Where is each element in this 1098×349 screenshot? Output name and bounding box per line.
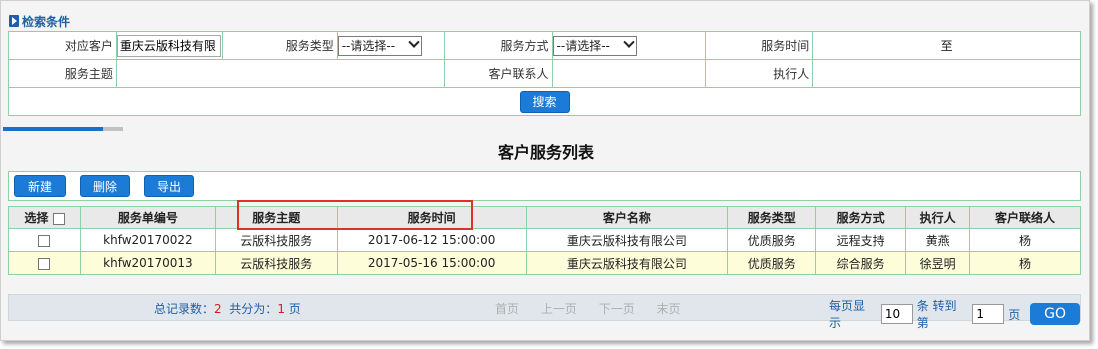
main-frame: 检索条件 对应客户 服务类型 --请选择-- 服务方式 --请选择-- [0, 0, 1090, 341]
column-header-select: 选择 [8, 206, 81, 229]
search-section-title: 检索条件 [22, 14, 71, 29]
pages-unit: 页 [288, 302, 301, 316]
service-type-label: 服务类型 [221, 31, 338, 60]
column-header[interactable]: 服务主题 [214, 206, 338, 229]
service-id-link[interactable]: khfw20170022 [79, 228, 216, 252]
progress-bar [3, 127, 123, 131]
customer-contact: 杨 [969, 228, 1081, 252]
delete-button[interactable]: 删除 [80, 175, 130, 197]
last-page-link[interactable]: 末页 [657, 302, 681, 316]
export-button[interactable]: 导出 [144, 175, 194, 197]
total-count: 2 [214, 302, 222, 316]
service-method-select[interactable]: --请选择-- [552, 35, 637, 56]
customer-input[interactable] [116, 34, 221, 57]
list-title: 客户服务列表 [497, 143, 594, 162]
next-page-link[interactable]: 下一页 [599, 302, 635, 316]
contact-label: 客户联系人 [443, 59, 553, 88]
service-type: 优质服务 [727, 251, 817, 275]
pagination-controls: 每页显示 10 条 转到第 1 页 GO [829, 297, 1081, 331]
row-checkbox[interactable] [38, 234, 51, 247]
column-header[interactable]: 客户名称 [525, 206, 729, 229]
chevron-down-icon [408, 36, 420, 48]
go-button[interactable]: GO [1030, 303, 1081, 325]
service-subject: 云版科技服务 [214, 228, 338, 252]
per-page-label: 每页显示 [829, 299, 866, 330]
table-row: khfw20170022 云版科技服务 2017-06-12 15:00:00 … [8, 228, 1081, 252]
service-type: 优质服务 [727, 228, 817, 252]
executor: 徐昱明 [905, 251, 971, 275]
column-header[interactable]: 服务时间 [336, 206, 527, 229]
service-subject: 云版科技服务 [214, 251, 338, 275]
service-time: 2017-06-12 15:00:00 [336, 228, 527, 252]
pagination-bar: 总记录数：2 共分为：1 页 首页 上一页 下一页 末页 每页显示 10 条 转… [8, 294, 1081, 330]
row-checkbox[interactable] [38, 257, 51, 270]
table-header-row: 选择 服务单编号 服务主题 服务时间 客户名称 服务类型 服务方式 执行人 客户… [8, 206, 1081, 229]
service-method: 远程支持 [815, 228, 907, 252]
service-method: 综合服务 [815, 251, 907, 275]
column-header[interactable]: 服务单编号 [79, 206, 216, 229]
expand-arrow-icon[interactable] [9, 15, 19, 27]
customer-name-link[interactable]: 重庆云版科技有限公司 [525, 251, 729, 275]
column-header[interactable]: 服务类型 [727, 206, 817, 229]
customer-name-link[interactable]: 重庆云版科技有限公司 [525, 228, 729, 252]
per-page-input[interactable]: 10 [880, 304, 913, 324]
executor: 黄燕 [905, 228, 971, 252]
service-type-select[interactable]: --请选择-- [337, 35, 422, 56]
first-page-link[interactable]: 首页 [495, 302, 519, 316]
service-method-label: 服务方式 [443, 31, 553, 60]
service-list-table: 选择 服务单编号 服务主题 服务时间 客户名称 服务类型 服务方式 执行人 客户… [8, 206, 1081, 275]
executor-label: 执行人 [705, 59, 814, 88]
pagination-nav: 首页 上一页 下一页 末页 [495, 300, 699, 317]
subject-input[interactable] [115, 59, 445, 88]
service-id-link[interactable]: khfw20170013 [79, 251, 216, 275]
search-criteria-table: 对应客户 服务类型 --请选择-- 服务方式 --请选择-- 服务时间 至 [8, 31, 1081, 116]
service-time-range[interactable]: 至 [812, 31, 1081, 60]
column-header[interactable]: 执行人 [905, 206, 971, 229]
search-section-header: 检索条件 [9, 12, 70, 30]
goto-label: 条 转到第 [916, 299, 957, 330]
new-button[interactable]: 新建 [14, 175, 66, 197]
chevron-down-icon [622, 36, 635, 48]
contact-input[interactable] [551, 59, 707, 88]
service-method-selected: --请选择-- [556, 39, 610, 53]
pages-label: 共分为： [229, 302, 278, 316]
list-toolbar: 新建 删除 导出 [8, 171, 1081, 201]
column-header[interactable]: 客户联络人 [969, 206, 1081, 229]
customer-contact: 杨 [969, 251, 1081, 275]
service-time-to: 至 [940, 39, 953, 53]
page-count: 1 [277, 302, 285, 316]
prev-page-link[interactable]: 上一页 [541, 302, 577, 316]
customer-label: 对应客户 [8, 31, 117, 60]
executor-input[interactable] [812, 59, 1081, 88]
goto-page-input[interactable]: 1 [972, 304, 1005, 324]
service-time-label: 服务时间 [705, 31, 814, 60]
page-unit: 页 [1008, 307, 1021, 322]
select-all-checkbox[interactable] [52, 212, 65, 225]
pagination-info: 总记录数：2 共分为：1 页 [154, 300, 301, 317]
service-time: 2017-05-16 15:00:00 [336, 251, 527, 275]
column-header[interactable]: 服务方式 [815, 206, 907, 229]
search-button[interactable]: 搜索 [519, 90, 570, 113]
subject-label: 服务主题 [8, 59, 117, 88]
column-header-label: 选择 [24, 211, 49, 225]
total-label: 总记录数： [154, 302, 215, 316]
table-row: khfw20170013 云版科技服务 2017-05-16 15:00:00 … [8, 251, 1081, 275]
progress-fill [3, 127, 103, 131]
service-type-selected: --请选择-- [341, 39, 396, 53]
